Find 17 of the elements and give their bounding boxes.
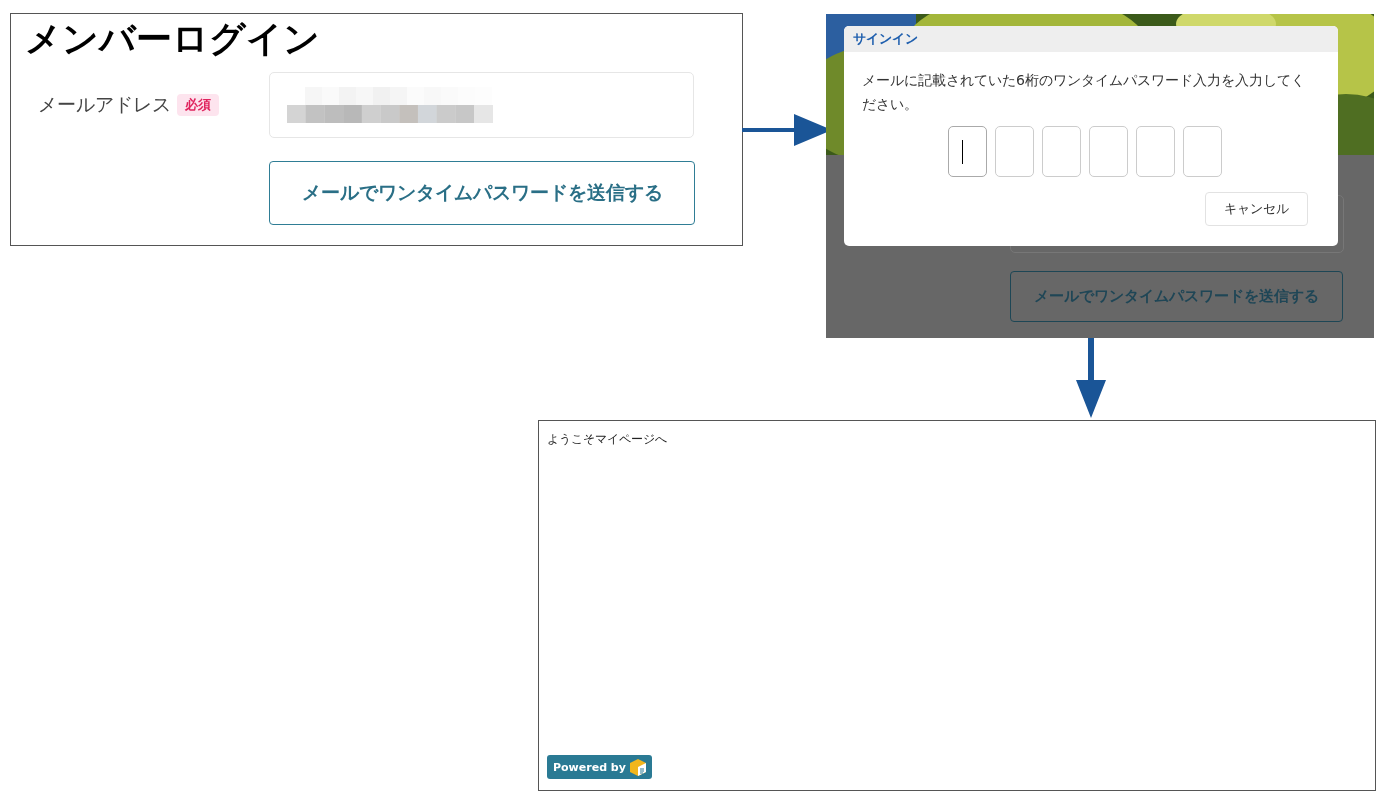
field-label: メールアドレス <box>38 92 171 117</box>
dialog-title: サインイン <box>844 26 1338 52</box>
code-digit-field[interactable] <box>948 126 987 177</box>
required-badge: 必須 <box>177 94 219 116</box>
code-digit-field[interactable] <box>1089 126 1128 177</box>
welcome-text: ようこそマイページへ <box>547 431 668 448</box>
email-field[interactable] <box>269 72 694 138</box>
code-digit-field[interactable] <box>1136 126 1175 177</box>
code-digit-field[interactable] <box>1183 126 1222 177</box>
powered-by-badge[interactable]: Powered by <box>547 755 652 779</box>
dialog-message: メールに記載されていた6桁のワンタイムパスワード入力を入力してください。 <box>862 71 1306 114</box>
code-digit-field[interactable] <box>1042 126 1081 177</box>
code-digit-field[interactable] <box>995 126 1034 177</box>
cube-icon <box>629 758 646 776</box>
page-title: メンバーログイン <box>25 17 321 61</box>
cancel-button[interactable]: キャンセル <box>1205 192 1308 226</box>
send-password-button[interactable]: メールでワンタイムパスワードを送信する <box>269 161 695 225</box>
